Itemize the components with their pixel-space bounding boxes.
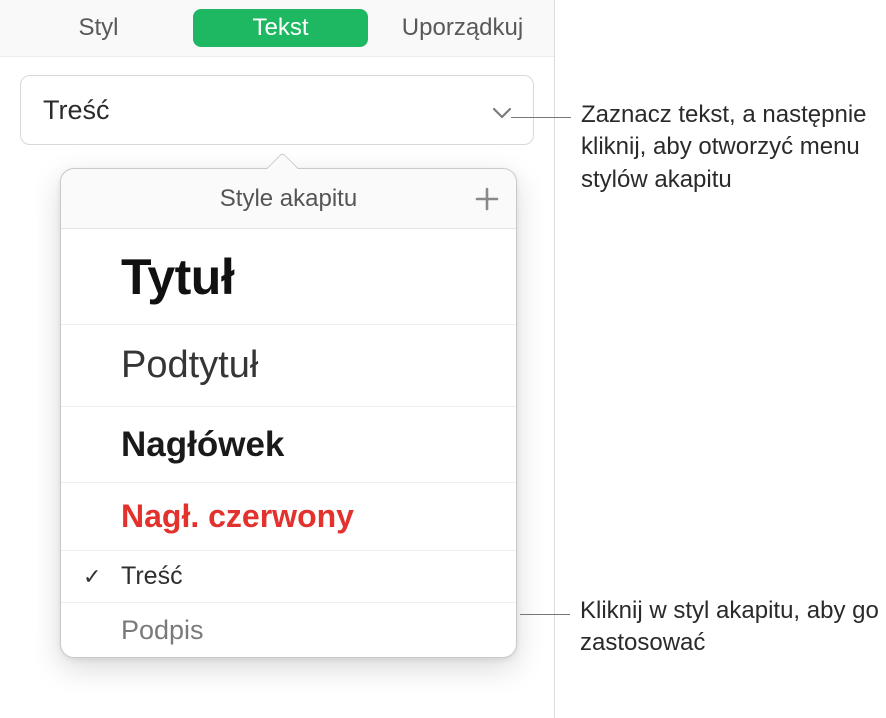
style-item-naglowek[interactable]: Nagłówek — [61, 407, 516, 483]
format-panel: Styl Tekst Uporządkuj Treść Style akapit… — [0, 0, 555, 718]
style-item-label: Podtytuł — [121, 325, 258, 406]
callout-apply-style: Kliknij w styl akapitu, aby go zastosowa… — [580, 595, 880, 660]
paragraph-style-current: Treść — [43, 95, 110, 126]
style-item-label: Nagłówek — [121, 407, 284, 482]
paragraph-styles-popover: Style akapitu Tytuł Podtytuł Nagłówek Na… — [60, 168, 517, 658]
tab-arrange-label: Uporządkuj — [402, 14, 523, 42]
style-item-label: Treść — [121, 551, 183, 602]
tab-text-label: Tekst — [252, 14, 308, 42]
tab-style[interactable]: Styl — [6, 14, 191, 42]
tab-text[interactable]: Tekst — [193, 9, 368, 47]
callout-open-menu: Zaznacz tekst, a następnie kliknij, aby … — [581, 99, 871, 196]
paragraph-style-select[interactable]: Treść — [20, 75, 534, 145]
popover-title: Style akapitu — [220, 185, 357, 213]
panel-tabs: Styl Tekst Uporządkuj — [0, 0, 554, 57]
style-item-podpis[interactable]: Podpis — [61, 603, 516, 657]
plus-icon — [474, 186, 500, 212]
checkmark-icon: ✓ — [83, 564, 101, 590]
style-item-label: Podpis — [121, 603, 204, 657]
popover-header: Style akapitu — [61, 169, 516, 229]
style-item-nagl-czerwony[interactable]: Nagł. czerwony — [61, 483, 516, 551]
style-item-tresc[interactable]: ✓ Treść — [61, 551, 516, 603]
panel-tabs-wrap: Styl Tekst Uporządkuj — [0, 9, 554, 47]
add-style-button[interactable] — [474, 179, 500, 219]
callout-leader — [511, 117, 571, 118]
tab-arrange[interactable]: Uporządkuj — [370, 14, 555, 42]
style-item-label: Nagł. czerwony — [121, 483, 354, 550]
callout-leader — [520, 614, 570, 615]
tab-style-label: Styl — [78, 14, 118, 42]
style-item-tytul[interactable]: Tytuł — [61, 229, 516, 325]
chevron-down-icon — [493, 95, 511, 126]
style-item-label: Tytuł — [121, 229, 234, 324]
paragraph-style-list: Tytuł Podtytuł Nagłówek Nagł. czerwony ✓… — [61, 229, 516, 657]
style-item-podtytul[interactable]: Podtytuł — [61, 325, 516, 407]
